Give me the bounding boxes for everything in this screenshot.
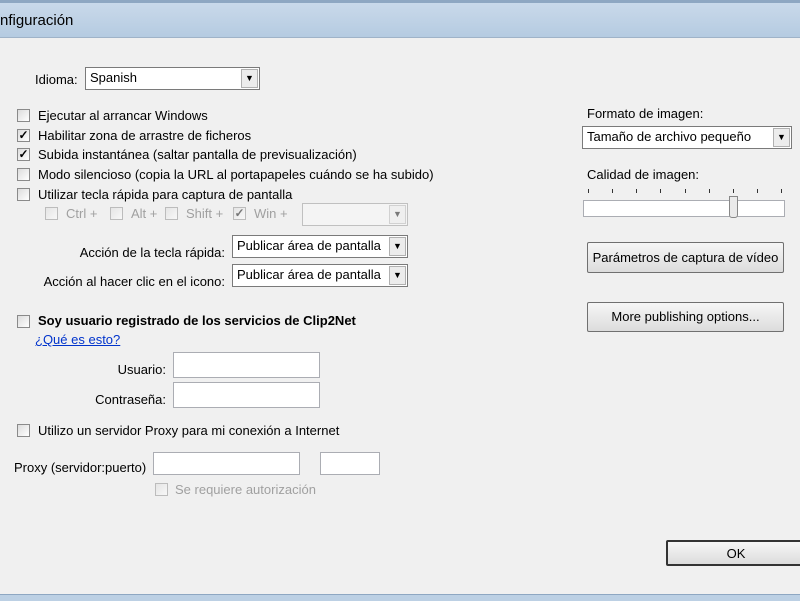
hotkey-action-value: Publicar área de pantalla — [237, 238, 381, 253]
option-label: Subida instantánea (saltar pantalla de p… — [38, 147, 357, 163]
slider-tick — [708, 189, 710, 193]
proxy-port-input[interactable] — [320, 452, 380, 475]
slider-tick — [660, 189, 662, 193]
modifier-label: Win + — [254, 206, 288, 221]
language-label: Idioma: — [35, 72, 78, 87]
option-label: Ejecutar al arrancar Windows — [38, 108, 208, 123]
proxy-checkbox[interactable] — [17, 424, 30, 437]
password-label: Contraseña: — [95, 392, 166, 407]
modifier-checkbox[interactable]: ✓ — [233, 207, 246, 220]
hotkey-action-select[interactable]: Publicar área de pantalla ▼ — [232, 235, 408, 258]
modifier-checkbox[interactable] — [45, 207, 58, 220]
auth-checkbox[interactable] — [155, 483, 168, 496]
hotkey-action-label: Acción de la tecla rápida: — [79, 245, 225, 260]
chevron-down-icon: ▼ — [389, 266, 406, 285]
what-is-this-link[interactable]: ¿Qué es esto? — [35, 332, 120, 347]
modifier-label: Ctrl + — [66, 206, 98, 221]
user-label: Usuario: — [117, 362, 166, 377]
option-label: Utilizar tecla rápida para captura de pa… — [38, 186, 293, 202]
user-input[interactable] — [173, 352, 320, 378]
slider-tick — [612, 189, 614, 193]
modifier-label: Shift + — [186, 206, 224, 221]
registered-checkbox[interactable] — [17, 315, 30, 328]
slider-thumb[interactable] — [728, 196, 738, 218]
image-quality-slider[interactable] — [583, 200, 785, 217]
option-checkbox[interactable]: ✓ — [17, 128, 30, 142]
modifier-label: Alt + — [131, 206, 158, 221]
auth-label: Se requiere autorización — [175, 482, 316, 497]
slider-tick — [684, 189, 686, 193]
chevron-down-icon: ▼ — [389, 205, 406, 224]
proxy-server-input[interactable] — [153, 452, 300, 475]
video-params-button[interactable]: Parámetros de captura de vídeo — [587, 242, 784, 273]
proxy-checkbox-label: Utilizo un servidor Proxy para mi conexi… — [38, 423, 340, 438]
option-label: Habilitar zona de arrastre de ficheros — [38, 127, 252, 143]
icon-action-select[interactable]: Publicar área de pantalla ▼ — [232, 264, 408, 287]
window-title: nfiguración — [0, 12, 74, 29]
chevron-down-icon: ▼ — [241, 69, 258, 88]
language-select[interactable]: Spanish ▼ — [85, 67, 260, 90]
ok-button[interactable]: OK — [666, 540, 800, 566]
slider-tick — [732, 189, 734, 193]
option-checkbox[interactable] — [17, 168, 30, 182]
option-label: Modo silencioso (copia la URL al portapa… — [38, 167, 434, 183]
slider-tick — [588, 189, 589, 193]
image-format-select[interactable]: Tamaño de archivo pequeño ▼ — [582, 126, 792, 149]
slider-tick — [781, 189, 782, 193]
image-quality-label: Calidad de imagen: — [587, 167, 700, 182]
icon-action-value: Publicar área de pantalla — [237, 267, 381, 282]
option-checkbox[interactable] — [17, 187, 30, 201]
modifier-checkbox[interactable] — [165, 207, 178, 220]
registered-label: Soy usuario registrado de los servicios … — [38, 313, 356, 328]
hotkey-key-select[interactable]: ▼ — [302, 203, 408, 226]
modifier-checkbox[interactable] — [110, 207, 123, 220]
slider-tick — [636, 189, 638, 193]
chevron-down-icon: ▼ — [773, 128, 790, 147]
option-checkbox[interactable]: ✓ — [17, 148, 30, 162]
image-format-label: Formato de imagen: — [587, 106, 704, 121]
option-checkbox[interactable] — [17, 109, 30, 122]
more-publishing-button[interactable]: More publishing options... — [587, 302, 784, 332]
password-input[interactable] — [173, 382, 320, 408]
language-value: Spanish — [90, 70, 137, 85]
image-format-value: Tamaño de archivo pequeño — [587, 129, 752, 144]
slider-tick — [756, 189, 758, 193]
title-bar: nfiguración — [0, 0, 800, 38]
proxy-label: Proxy (servidor:puerto) — [14, 460, 147, 475]
icon-action-label: Acción al hacer clic en el icono: — [43, 274, 225, 289]
chevron-down-icon: ▼ — [389, 237, 406, 256]
